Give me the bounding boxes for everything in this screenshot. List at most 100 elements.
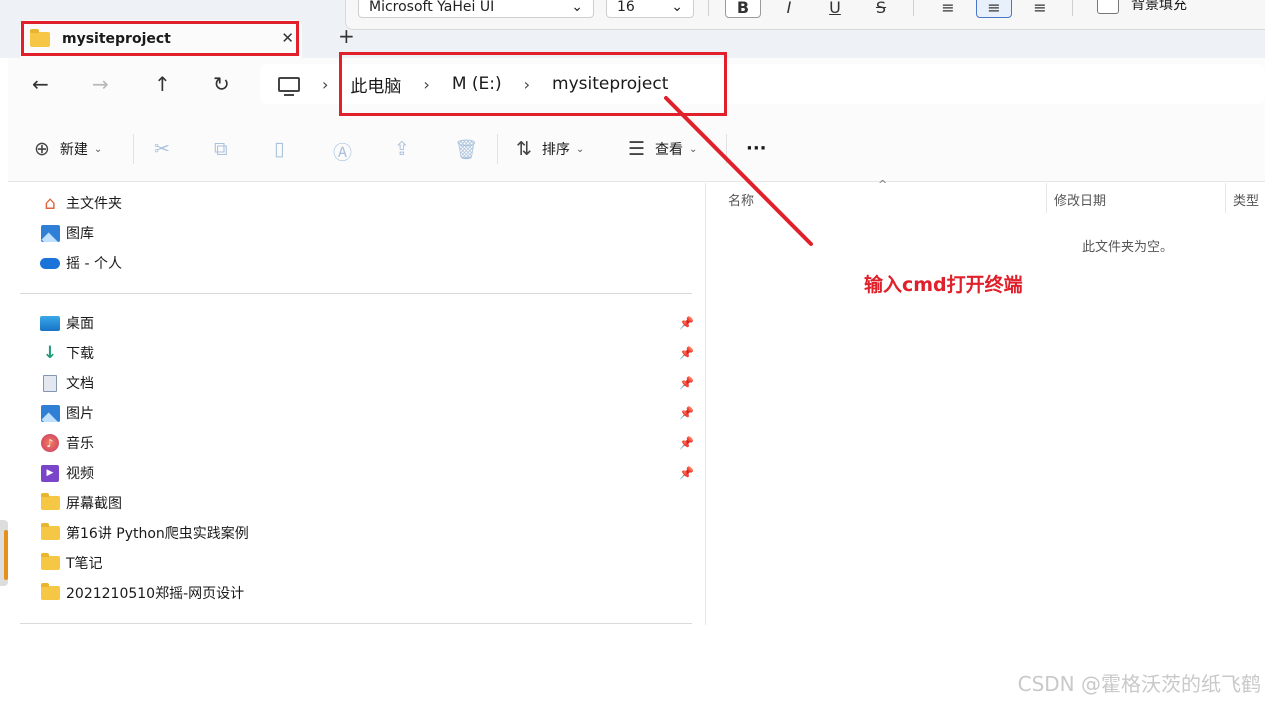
share-button[interactable]: ⇪ [394,138,420,160]
sort-button[interactable]: ⇅ 排序 ⌄ [516,138,584,160]
sidebar-item-web-design[interactable]: 2021210510郑摇-网页设计 [40,580,700,606]
address-bar[interactable]: › 此电脑 › M (E:) › mysiteproject [260,64,1265,104]
sidebar-item-t-notes[interactable]: T笔记 [40,550,700,576]
tab-title: mysiteproject [62,31,171,47]
clipboard-icon: ▯ [274,138,285,160]
tab-mysiteproject[interactable]: mysiteproject ✕ [20,20,302,58]
align-center-button[interactable]: ≡ [976,0,1012,18]
pictures-icon [40,404,60,422]
folder-icon [40,493,60,512]
pin-icon[interactable]: 📌 [679,376,694,390]
chevron-down-icon: ⌄ [575,143,585,155]
chevron-right-icon: › [523,74,531,94]
sidebar-item-documents[interactable]: 文档 📌 [40,370,700,396]
music-icon: ♪ [40,434,60,452]
italic-button[interactable]: I [771,0,807,18]
navigation-pane: ⌂ 主文件夹 图库 摇 - 个人 桌面 📌 ↓ 下载 📌 文档 📌 图片 📌 ♪… [20,183,706,625]
sidebar-item-desktop[interactable]: 桌面 📌 [40,310,700,336]
sort-ascending-icon: ^ [878,178,888,191]
breadcrumb-drive-m[interactable]: M (E:) [452,74,502,94]
align-right-button[interactable]: ≡ [1022,0,1058,18]
copy-button[interactable]: ⧉ [214,138,238,160]
background-fill-checkbox[interactable] [1097,0,1119,14]
background-fill-label: 背景填充 [1131,0,1187,13]
watermark: CSDN @霍格沃茨的纸飞鹤 [1017,672,1261,696]
sidebar-item-videos[interactable]: ▶ 视频 📌 [40,460,700,486]
font-family-select[interactable]: Microsoft YaHei UI ⌄ [358,0,594,18]
folder-icon [30,28,50,47]
align-left-button[interactable]: ≡ [930,0,966,18]
copy-icon: ⧉ [214,138,228,160]
sidebar-item-home[interactable]: ⌂ 主文件夹 [40,190,700,216]
rename-button[interactable]: Ⓐ [333,138,362,165]
delete-button[interactable]: 🗑 [454,138,488,161]
chevron-down-icon: ⌄ [571,0,583,15]
strikethrough-button[interactable]: S [863,0,899,18]
pin-icon[interactable]: 📌 [679,406,694,420]
up-arrow-icon[interactable]: ↑ [154,72,171,96]
toolbar-divider [913,0,914,16]
sidebar-item-label: 2021210510郑摇-网页设计 [66,586,245,602]
plus-circle-icon: ⊕ [34,138,50,160]
column-header-type[interactable]: 类型 [1233,190,1259,209]
sidebar-item-label: 图库 [66,226,94,242]
pin-icon[interactable]: 📌 [679,436,694,450]
column-divider[interactable] [1046,183,1047,213]
toolbar-divider [1072,0,1073,16]
underline-button[interactable]: U [817,0,853,18]
pin-icon[interactable]: 📌 [679,316,694,330]
folder-icon [40,583,60,602]
desktop-icon [40,314,60,332]
home-icon: ⌂ [44,192,56,214]
sidebar-item-onedrive[interactable]: 摇 - 个人 [40,250,700,276]
view-button[interactable]: ☰ 查看 ⌄ [628,138,697,160]
align-center-icon: ≡ [987,0,1001,17]
sidebar-item-pictures[interactable]: 图片 📌 [40,400,700,426]
folder-icon [40,553,60,572]
breadcrumb-this-pc[interactable]: 此电脑 [350,72,401,97]
pin-icon[interactable]: 📌 [679,466,694,480]
sort-icon: ⇅ [516,138,532,160]
scissors-icon: ✂ [154,138,170,160]
sidebar-item-label: T笔记 [66,556,103,572]
sidebar-item-music[interactable]: ♪ 音乐 📌 [40,430,700,456]
column-header-modified[interactable]: 修改日期 [1054,190,1106,209]
more-icon: ··· [746,138,767,159]
new-button[interactable]: ⊕ 新建 ⌄ [34,138,102,160]
cut-button[interactable]: ✂ [154,138,180,160]
more-options-button[interactable]: ··· [746,138,767,159]
rename-icon: Ⓐ [333,142,353,164]
sidebar-item-label: 下载 [66,346,94,362]
forward-arrow-icon[interactable]: → [92,72,109,96]
chevron-right-icon: › [423,74,430,94]
bold-button[interactable]: B [725,0,761,18]
download-icon: ↓ [42,343,58,363]
align-left-icon: ≡ [941,0,955,17]
sidebar-item-downloads[interactable]: ↓ 下载 📌 [40,340,700,366]
chevron-down-icon: ⌄ [671,0,683,15]
breadcrumb-mysiteproject[interactable]: mysiteproject [552,74,668,94]
new-label: 新建 [59,142,88,158]
paste-button[interactable]: ▯ [274,138,294,160]
column-header-name[interactable]: 名称 [728,190,754,209]
sidebar-item-gallery[interactable]: 图库 [40,220,700,246]
sidebar-item-label: 视频 [66,466,94,482]
sidebar-item-label: 桌面 [66,316,94,332]
column-divider[interactable] [1225,183,1226,213]
sort-label: 排序 [541,142,570,158]
chevron-right-icon: › [322,74,329,94]
computer-icon [278,76,300,96]
sidebar-item-python-lesson[interactable]: 第16讲 Python爬虫实践案例 [40,520,700,546]
sidebar-item-label: 文档 [66,376,94,392]
refresh-icon[interactable]: ↻ [213,72,230,96]
gallery-icon [40,224,60,242]
font-size-select[interactable]: 16 ⌄ [606,0,694,18]
back-arrow-icon[interactable]: ← [32,72,49,96]
navigation-bar: ← → ↑ ↻ › 此电脑 › M (E:) › mysiteproject [8,58,1265,116]
annotation-text: 输入cmd打开终端 [864,274,1023,296]
sidebar-item-screenshots[interactable]: 屏幕截图 [40,490,700,516]
folder-icon [40,523,60,542]
close-tab-icon[interactable]: ✕ [281,29,294,47]
font-family-value: Microsoft YaHei UI [369,0,495,15]
pin-icon[interactable]: 📌 [679,346,694,360]
